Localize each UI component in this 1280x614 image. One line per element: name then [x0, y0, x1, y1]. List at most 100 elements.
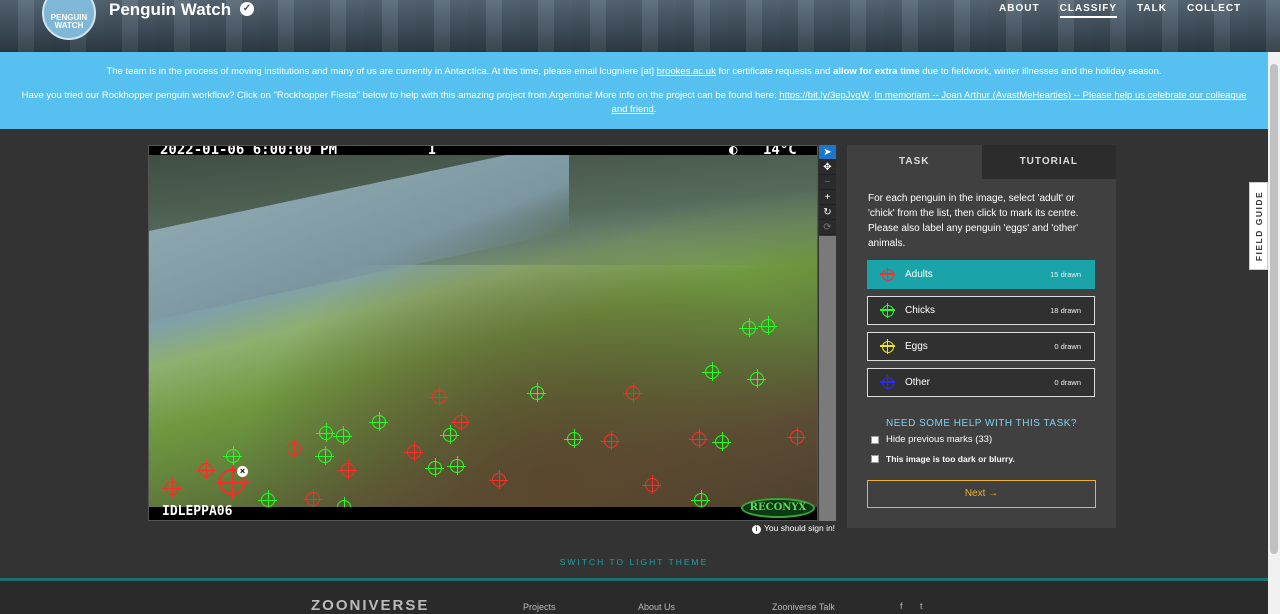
- chick-mark[interactable]: [758, 316, 777, 335]
- help-link[interactable]: NEED SOME HELP WITH THIS TASK?: [847, 418, 1116, 429]
- answer-chicks[interactable]: Chicks 18 drawn: [867, 296, 1095, 325]
- adult-mark[interactable]: [196, 460, 215, 479]
- zoom-out-icon[interactable]: −: [819, 175, 836, 190]
- chick-mark[interactable]: [712, 432, 731, 451]
- rotate-icon[interactable]: ↻: [819, 205, 836, 220]
- hide-marks-checkbox[interactable]: Hide previous marks (33): [871, 434, 992, 445]
- adult-mark[interactable]: [787, 427, 806, 446]
- facebook-icon[interactable]: f: [900, 601, 903, 611]
- footer-link-talk[interactable]: Zooniverse Talk: [772, 602, 835, 612]
- zoom-in-icon[interactable]: +: [819, 190, 836, 205]
- chick-mark[interactable]: [564, 429, 583, 448]
- adult-mark[interactable]: [489, 470, 508, 489]
- nav-classify[interactable]: CLASSIFY: [1059, 3, 1118, 18]
- chick-mark[interactable]: [527, 383, 546, 402]
- sign-in-text: You should sign in!: [764, 523, 836, 533]
- pointer-tool-icon[interactable]: ➤: [819, 145, 836, 160]
- scrollbar-thumb[interactable]: [1270, 64, 1278, 554]
- adult-mark[interactable]: [429, 387, 448, 406]
- checkbox-box[interactable]: [871, 455, 879, 463]
- answer-label: Chicks: [905, 305, 936, 316]
- moon-phase-icon: ◐: [729, 145, 738, 158]
- sign-in-notice[interactable]: i You should sign in!: [752, 523, 835, 534]
- info-icon: i: [752, 525, 761, 534]
- tool-track: [819, 236, 836, 521]
- too-dark-checkbox[interactable]: This image is too dark or blurry.: [871, 454, 1015, 464]
- chick-mark[interactable]: [333, 426, 352, 445]
- twitter-icon[interactable]: t: [920, 601, 923, 611]
- pan-tool-icon[interactable]: ✥: [819, 160, 836, 175]
- footer-link-projects[interactable]: Projects: [523, 602, 556, 612]
- nav-talk[interactable]: TALK: [1137, 3, 1167, 18]
- adult-mark[interactable]: [623, 383, 642, 402]
- answer-label: Other: [905, 377, 931, 388]
- rockhopper-info-link[interactable]: https://bit.ly/3epJvgW: [779, 90, 869, 101]
- reset-view-icon[interactable]: ⟳: [819, 220, 836, 235]
- chick-mark[interactable]: [315, 446, 334, 465]
- chick-mark[interactable]: [739, 318, 758, 337]
- chick-mark[interactable]: [702, 362, 721, 381]
- answer-label: Adults: [905, 269, 933, 280]
- crosshair-icon: [880, 266, 895, 282]
- announcement-text: .: [653, 104, 657, 115]
- chick-mark[interactable]: [425, 458, 444, 477]
- checkbox-box[interactable]: [871, 435, 879, 444]
- task-panel: TASK TUTORIAL For each penguin in the im…: [847, 145, 1116, 528]
- answer-eggs[interactable]: Eggs 0 drawn: [867, 332, 1095, 361]
- announcement-text: due to fieldwork, winter illnesses and t…: [919, 66, 1162, 77]
- chick-mark[interactable]: [316, 423, 335, 442]
- camera-info-bar: 2022-01-06 6:00:00 PM I ◐ 14°C: [149, 145, 817, 158]
- adult-mark[interactable]: [162, 478, 181, 497]
- chick-mark[interactable]: [447, 456, 466, 475]
- delete-mark-icon[interactable]: ×: [237, 466, 248, 477]
- checkbox-label: Hide previous marks (33): [886, 434, 993, 445]
- tab-task[interactable]: TASK: [847, 145, 982, 179]
- adult-mark[interactable]: [451, 412, 470, 431]
- answer-other[interactable]: Other 0 drawn: [867, 368, 1095, 397]
- adult-mark[interactable]: [404, 442, 423, 461]
- chick-mark[interactable]: [691, 490, 710, 509]
- chick-mark[interactable]: [223, 446, 242, 465]
- chick-mark[interactable]: [258, 490, 277, 509]
- adult-mark[interactable]: [601, 431, 620, 450]
- crosshair-icon: [880, 302, 895, 318]
- chick-mark[interactable]: [747, 369, 766, 388]
- camera-timestamp: 2022-01-06 6:00:00 PM: [160, 145, 338, 158]
- chick-mark[interactable]: [369, 412, 388, 431]
- page-scrollbar[interactable]: [1268, 52, 1280, 614]
- checkbox-label: This image is too dark or blurry.: [886, 454, 1015, 464]
- verified-check-icon: ✓: [240, 2, 254, 16]
- adult-mark[interactable]: [338, 460, 357, 479]
- answer-count: 0 drawn: [1054, 342, 1081, 351]
- announcement-line-1: The team is in the process of moving ins…: [0, 65, 1268, 79]
- nav-collect[interactable]: COLLECT: [1187, 3, 1241, 18]
- adult-mark[interactable]: [284, 439, 303, 458]
- adult-mark[interactable]: [642, 475, 661, 494]
- answer-adults[interactable]: Adults 15 drawn: [867, 260, 1095, 289]
- camera-id-bar: IDLEPPA06: [149, 504, 817, 520]
- task-tabs: TASK TUTORIAL: [847, 145, 1116, 179]
- project-title[interactable]: Penguin Watch: [109, 0, 231, 20]
- site-footer: ZOONIVERSE Projects About Us Zooniverse …: [0, 581, 1268, 614]
- announcement-text: The team is in the process of moving ins…: [106, 66, 657, 77]
- answer-count: 0 drawn: [1054, 378, 1081, 387]
- adult-mark[interactable]: [689, 429, 708, 448]
- subject-viewer[interactable]: × 2022-01-06 6:00:00 PM I ◐ 14°C IDLEPPA…: [148, 145, 818, 521]
- nav-about[interactable]: ABOUT: [999, 3, 1040, 18]
- crosshair-icon: [880, 338, 895, 354]
- next-button[interactable]: Next →: [867, 480, 1096, 508]
- announcement-text: Have you tried our Rockhopper penguin wo…: [21, 90, 780, 101]
- footer-link-about[interactable]: About Us: [638, 602, 675, 612]
- camera-separator: I: [428, 145, 437, 158]
- switch-theme-button[interactable]: SWITCH TO LIGHT THEME: [0, 557, 1268, 567]
- field-guide-tab[interactable]: FIELD GUIDE: [1249, 182, 1268, 270]
- project-header: PENGUIN WATCH Penguin Watch ✓ ABOUT CLAS…: [0, 0, 1280, 52]
- brookes-link[interactable]: brookes.ac.uk: [657, 66, 716, 77]
- chick-mark[interactable]: [440, 425, 459, 444]
- project-nav: ABOUT CLASSIFY TALK COLLECT: [999, 3, 1261, 18]
- viewer-toolbar: ➤ ✥ − + ↻ ⟳: [819, 145, 836, 235]
- zooniverse-logo[interactable]: ZOONIVERSE: [311, 597, 429, 614]
- tab-tutorial[interactable]: TUTORIAL: [981, 145, 1116, 179]
- project-logo[interactable]: PENGUIN WATCH: [42, 0, 96, 40]
- adult-mark[interactable]: [303, 489, 322, 508]
